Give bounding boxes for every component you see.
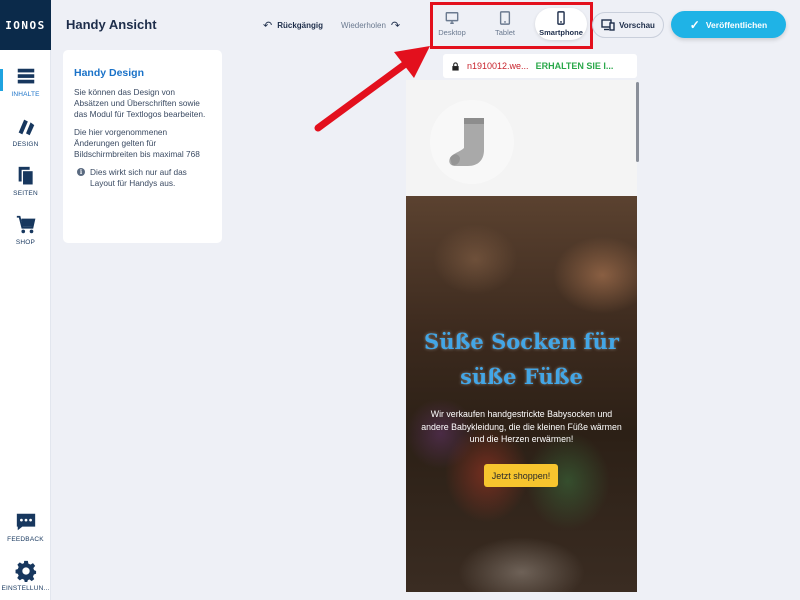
sidebar-item-label: FEEDBACK [7,536,44,543]
design-icon [18,119,34,136]
card-paragraph: Die hier vorgenommenen Änderungen gelten… [74,127,200,159]
gear-icon [15,560,36,582]
preview-icon [601,19,615,31]
card-title: Handy Design [74,67,145,79]
sidebar-item-einstellungen[interactable]: EINSTELLUN... [0,560,51,600]
undo-icon: ↶ [263,20,273,32]
sidebar-item-label: DESIGN [12,141,39,148]
redo-label: Wiederholen [341,21,386,30]
page-title: Handy Ansicht [66,17,157,32]
hero-title-line: Süße Socken für [424,329,619,354]
sidebar-item-inhalte[interactable]: INHALTE [0,66,51,112]
sidebar-item-label: SHOP [15,239,36,246]
hero-title-line: süße Füße [460,364,583,389]
sidebar-item-label: INHALTE [11,91,40,98]
sidebar-item-label: EINSTELLUN... [1,585,50,592]
sidebar-item-shop[interactable]: SHOP [0,214,51,260]
url-domain: n1910012.we... [467,61,529,71]
sidebar-item-seiten[interactable]: SEITEN [0,165,51,211]
card-note: i Dies wirkt sich nur auf das Layout für… [74,167,211,189]
undo-button[interactable]: ↶ Rückgängig [263,19,323,32]
cart-icon [16,215,35,234]
preview-header [406,80,637,196]
ionos-logo[interactable]: IONOS [0,0,51,50]
preview-url-bar: n1910012.we... ERHALTEN SIE I... [443,54,637,78]
url-banner-text: ERHALTEN SIE I... [535,61,614,71]
redo-button[interactable]: Wiederholen ↷ [341,19,400,32]
redo-icon: ↷ [390,20,401,32]
sidebar-item-label: SEITEN [13,190,38,197]
pages-icon [18,166,34,186]
highlight-frame [430,2,593,49]
check-icon: ✓ [689,17,700,32]
feedback-icon [16,513,35,531]
publish-label: Veröffentlichen [705,19,768,30]
lock-icon [452,61,459,71]
card-note-text: Dies wirkt sich nur auf das Layout für H… [90,167,187,188]
smartphone-preview: Süße Socken für süße Füße Wir verkaufen … [406,80,637,592]
undo-label: Rückgängig [277,21,323,30]
preview-scrollbar[interactable] [636,82,639,162]
sock-icon [449,118,484,166]
preview-label: Vorschau [619,20,655,30]
hero-title: Süße Socken für süße Füße [406,324,637,394]
publish-button[interactable]: ✓ Veröffentlichen [671,11,786,38]
left-sidebar: IONOS INHALTE DESIGN SEITEN SHOP FEEDBAC… [0,0,51,600]
info-icon: i [77,168,85,176]
info-card: Handy Design Sie können das Design von A… [63,50,222,243]
hero-text: Wir verkaufen handgestrickte Babysocken … [421,409,622,444]
preview-button[interactable]: Vorschau [592,12,664,38]
shop-now-button[interactable]: Jetzt shoppen! [484,464,558,487]
hero-section: Süße Socken für süße Füße Wir verkaufen … [406,196,637,592]
sidebar-item-feedback[interactable]: FEEDBACK [0,511,51,557]
sidebar-item-design[interactable]: DESIGN [0,116,51,162]
card-paragraph: Sie können das Design von Absätzen und Ü… [74,87,206,119]
sock-logo[interactable] [430,100,514,184]
content-icon [17,68,34,84]
